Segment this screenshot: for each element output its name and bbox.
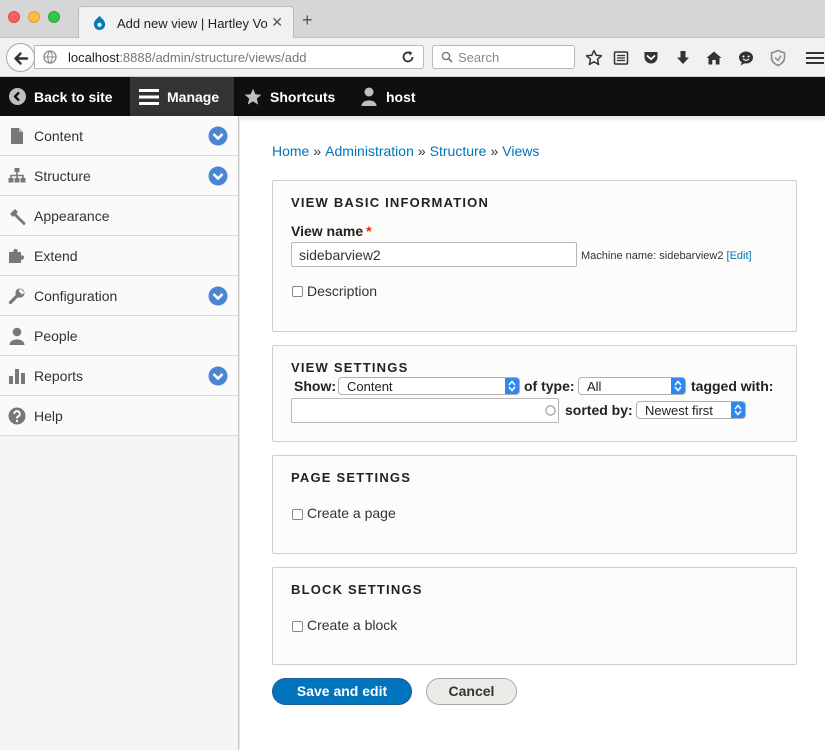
search-input[interactable]: Search xyxy=(432,45,575,69)
pocket-icon[interactable] xyxy=(642,49,660,67)
view-name-label: View name * xyxy=(291,223,372,239)
bar-chart-icon xyxy=(9,369,25,384)
sidebar-item-reports[interactable]: Reports xyxy=(0,356,238,396)
chat-icon[interactable] xyxy=(737,49,755,67)
hamburger-icon xyxy=(139,88,159,105)
drupal-favicon-icon xyxy=(93,15,106,30)
back-circle-icon xyxy=(9,88,26,105)
view-basic-information-fieldset: VIEW BASIC INFORMATION View name * sideba… xyxy=(272,180,797,332)
maximize-window-button[interactable] xyxy=(48,11,60,23)
manage-tab[interactable]: Manage xyxy=(130,77,234,116)
back-to-site-link[interactable]: Back to site xyxy=(9,77,113,116)
admin-toolbar: Back to site Manage Shortcuts host xyxy=(0,77,825,116)
required-marker: * xyxy=(366,223,372,239)
back-button[interactable] xyxy=(6,43,35,72)
description-checkbox[interactable] xyxy=(292,286,303,297)
home-icon[interactable] xyxy=(705,49,723,67)
block-settings-fieldset: BLOCK SETTINGS Create a block xyxy=(272,567,797,665)
menu-icon[interactable] xyxy=(806,49,824,67)
browser-navbar: localhost:8888/admin/structure/views/add… xyxy=(0,38,825,77)
machine-name: Machine name: sidebarview2 [Edit] xyxy=(581,250,752,262)
sidebar-item-appearance[interactable]: Appearance xyxy=(0,196,238,236)
user-tab[interactable]: host xyxy=(360,77,416,116)
question-icon xyxy=(8,407,26,425)
type-select[interactable]: All xyxy=(578,377,686,395)
download-icon[interactable] xyxy=(674,49,692,67)
close-window-button[interactable] xyxy=(8,11,20,23)
sidebar-item-structure[interactable]: Structure xyxy=(0,156,238,196)
puzzle-icon xyxy=(9,248,25,263)
create-block-label[interactable]: Create a block xyxy=(307,617,397,633)
reload-icon[interactable] xyxy=(401,50,415,64)
cancel-button[interactable]: Cancel xyxy=(426,678,517,705)
search-icon xyxy=(441,51,453,63)
breadcrumb: Home» Administration» Structure» Views xyxy=(272,143,540,159)
breadcrumb-administration[interactable]: Administration xyxy=(325,143,414,159)
sitemap-icon xyxy=(8,168,26,183)
wrench-icon xyxy=(8,288,25,305)
admin-sidebar: Content Structure Appearance Extend Conf… xyxy=(0,116,239,750)
chevron-down-icon[interactable] xyxy=(208,166,228,186)
view-name-input[interactable]: sidebarview2 xyxy=(291,242,577,267)
file-icon xyxy=(11,128,23,144)
sorted-by-label: sorted by: xyxy=(565,402,633,418)
page-settings-fieldset: PAGE SETTINGS Create a page xyxy=(272,455,797,554)
browser-titlebar: Add new view | Hartley Voi… ✕ + xyxy=(0,0,825,39)
person-icon xyxy=(9,327,25,345)
minimize-window-button[interactable] xyxy=(28,11,40,23)
tab-title: Add new view | Hartley Voi… xyxy=(117,16,267,31)
select-arrows-icon xyxy=(734,404,742,416)
sidebar-item-content[interactable]: Content xyxy=(0,116,238,156)
user-icon xyxy=(361,87,377,106)
create-block-checkbox[interactable] xyxy=(292,621,303,632)
sort-select[interactable]: Newest first xyxy=(636,401,746,419)
breadcrumb-home[interactable]: Home xyxy=(272,143,309,159)
search-placeholder: Search xyxy=(458,50,500,65)
chevron-down-icon[interactable] xyxy=(208,366,228,386)
main-content: Home» Administration» Structure» Views VIEW… xyxy=(240,116,825,750)
autocomplete-icon xyxy=(545,405,556,416)
arrow-left-icon xyxy=(14,52,29,65)
description-label[interactable]: Description xyxy=(307,283,377,299)
paintbrush-icon xyxy=(10,209,26,225)
bookmark-star-icon[interactable] xyxy=(585,49,603,67)
breadcrumb-views[interactable]: Views xyxy=(502,143,539,159)
chevron-down-icon[interactable] xyxy=(208,126,228,146)
tagged-with-label: tagged with: xyxy=(691,378,774,394)
shield-icon[interactable] xyxy=(769,49,787,67)
fieldset-legend: VIEW BASIC INFORMATION xyxy=(291,195,490,210)
fieldset-legend: BLOCK SETTINGS xyxy=(291,582,423,597)
sidebar-item-people[interactable]: People xyxy=(0,316,238,356)
reading-list-icon[interactable] xyxy=(612,49,630,67)
sidebar-item-configuration[interactable]: Configuration xyxy=(0,276,238,316)
select-arrows-icon xyxy=(674,380,682,392)
machine-name-edit-link[interactable]: [Edit] xyxy=(727,250,752,262)
create-page-label[interactable]: Create a page xyxy=(307,505,396,521)
new-tab-icon[interactable]: + xyxy=(302,11,313,29)
of-type-label: of type: xyxy=(524,378,575,394)
shortcuts-tab[interactable]: Shortcuts xyxy=(244,77,335,116)
fieldset-legend: VIEW SETTINGS xyxy=(291,360,409,375)
url-bar[interactable]: localhost:8888/admin/structure/views/add xyxy=(34,45,424,69)
url-text[interactable]: localhost:8888/admin/structure/views/add xyxy=(68,50,306,65)
tagged-with-input[interactable] xyxy=(291,398,559,423)
show-label: Show: xyxy=(294,378,336,394)
sidebar-item-extend[interactable]: Extend xyxy=(0,236,238,276)
fieldset-legend: PAGE SETTINGS xyxy=(291,470,412,485)
breadcrumb-structure[interactable]: Structure xyxy=(430,143,487,159)
star-icon xyxy=(244,88,262,105)
create-page-checkbox[interactable] xyxy=(292,509,303,520)
save-and-edit-button[interactable]: Save and edit xyxy=(272,678,412,705)
browser-tab[interactable]: Add new view | Hartley Voi… ✕ xyxy=(78,6,294,39)
view-settings-fieldset: VIEW SETTINGS Show: Content of type: All… xyxy=(272,345,797,442)
tab-close-icon[interactable]: ✕ xyxy=(271,14,283,31)
select-arrows-icon xyxy=(508,380,516,392)
globe-icon xyxy=(43,50,57,64)
sidebar-item-help[interactable]: Help xyxy=(0,396,238,436)
chevron-down-icon[interactable] xyxy=(208,286,228,306)
show-select[interactable]: Content xyxy=(338,377,520,395)
